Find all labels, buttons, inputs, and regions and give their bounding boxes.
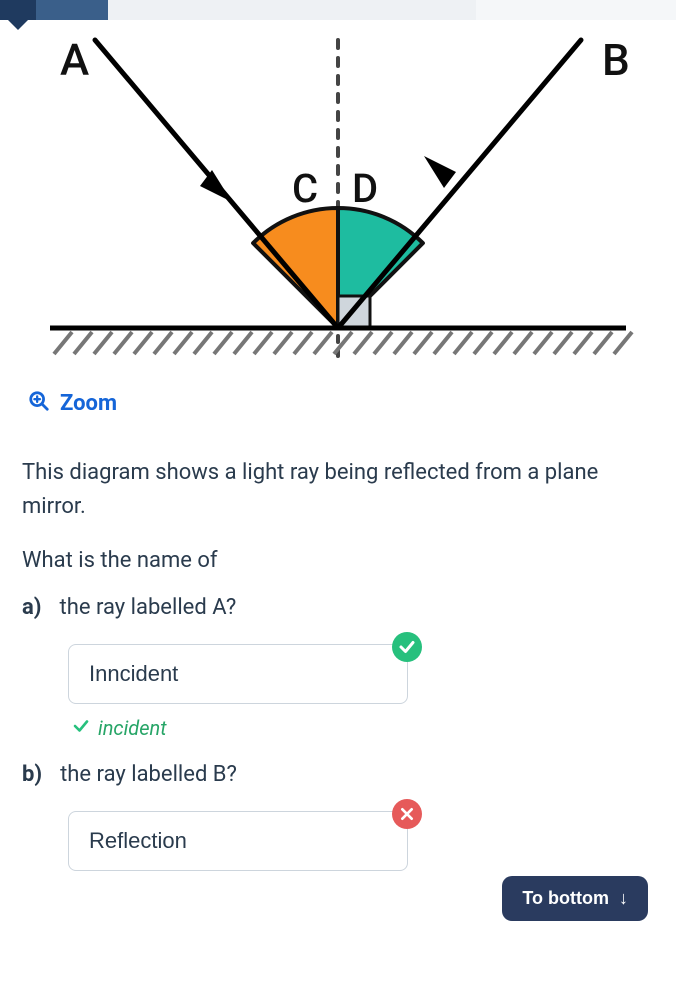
part-a-letter: a) xyxy=(22,595,42,620)
part-b-input[interactable] xyxy=(68,811,408,871)
part-a-feedback-text: incident xyxy=(98,716,167,740)
cross-icon xyxy=(392,799,422,829)
chevron-down-icon xyxy=(8,20,28,30)
check-small-icon xyxy=(72,716,90,740)
zoom-button[interactable]: Zoom xyxy=(0,370,676,416)
question-intro: This diagram shows a light ray being ref… xyxy=(0,416,676,524)
part-a-answer-block xyxy=(0,620,676,704)
check-icon xyxy=(392,632,422,662)
part-b-answer-block xyxy=(0,787,676,871)
part-b-letter: b) xyxy=(22,762,42,787)
to-bottom-button[interactable]: To bottom ↓ xyxy=(502,876,648,921)
zoom-label: Zoom xyxy=(60,391,117,416)
progress-seg-next xyxy=(36,0,108,20)
part-a: a) the ray labelled A? xyxy=(0,573,676,620)
label-C: C xyxy=(292,165,318,212)
progress-seg-remaining xyxy=(108,0,476,20)
label-A: A xyxy=(60,34,89,86)
progress-seg-current xyxy=(0,0,36,20)
question-lead: What is the name of xyxy=(0,524,676,573)
zoom-in-icon xyxy=(28,390,50,416)
label-B: B xyxy=(602,34,630,86)
part-a-question: the ray labelled A? xyxy=(60,595,237,620)
part-a-feedback: incident xyxy=(0,704,676,740)
bottom-fade xyxy=(0,955,676,983)
label-D: D xyxy=(352,165,378,212)
arrowhead-a-icon xyxy=(200,170,232,202)
part-b: b) the ray labelled B? xyxy=(0,740,676,787)
progress-bar xyxy=(0,0,676,20)
part-a-input[interactable] xyxy=(68,644,408,704)
part-b-question: the ray labelled B? xyxy=(60,762,237,787)
mirror-hatching xyxy=(54,332,632,354)
diagram-container: A B C D xyxy=(0,20,676,370)
to-bottom-label: To bottom xyxy=(522,888,609,909)
progress-seg-tail xyxy=(476,0,676,20)
arrowhead-b-icon xyxy=(424,156,456,188)
reflection-diagram: A B C D xyxy=(0,20,676,370)
arrow-down-icon: ↓ xyxy=(619,888,628,909)
